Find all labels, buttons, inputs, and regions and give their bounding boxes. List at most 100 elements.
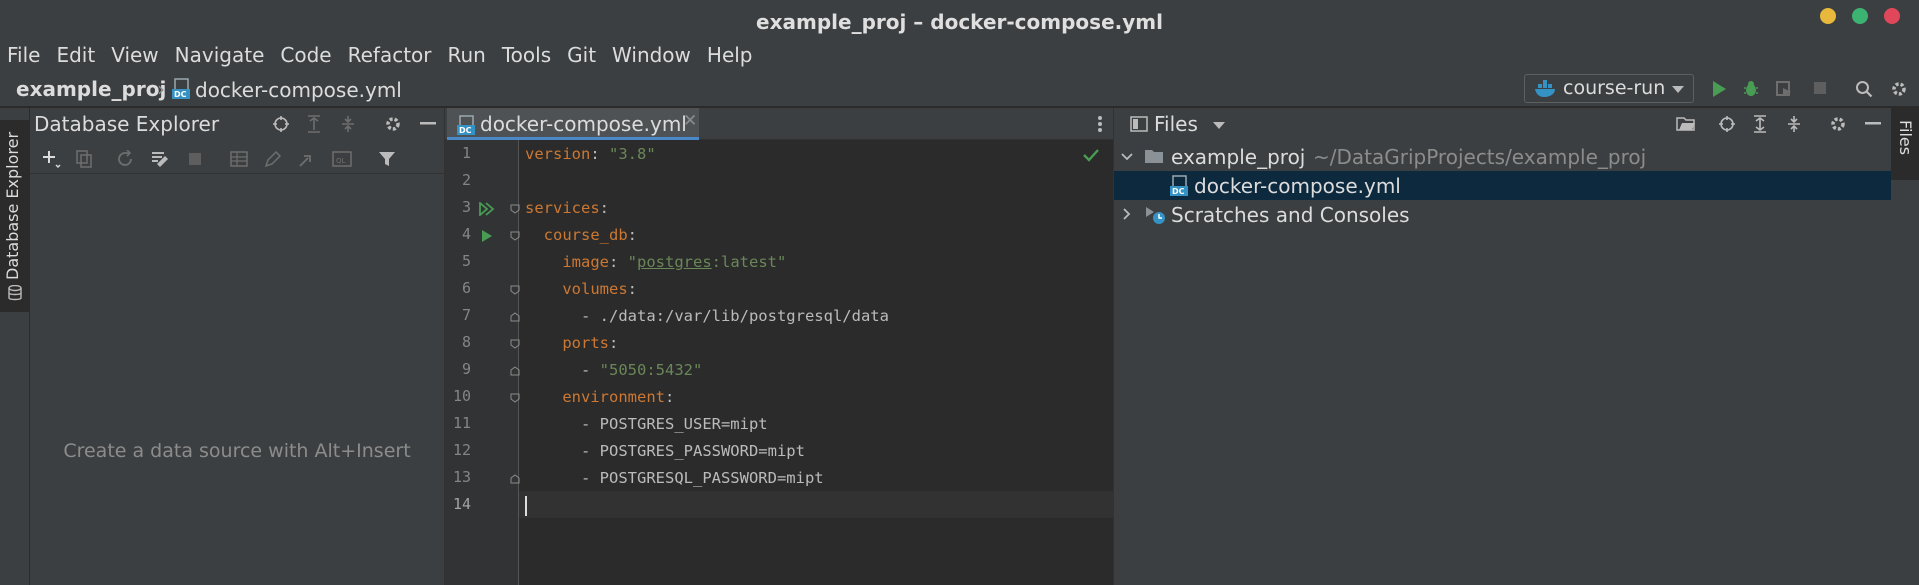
run-with-coverage-icon[interactable] xyxy=(1775,80,1793,98)
database-icon xyxy=(8,285,22,301)
line-number: 10 xyxy=(452,387,471,405)
chevron-right-icon[interactable] xyxy=(1122,208,1132,220)
tab-docker-compose[interactable]: DC docker-compose.yml ✕ xyxy=(447,108,699,140)
title-bar: example_proj – docker-compose.yml xyxy=(0,0,1919,42)
files-title[interactable]: Files xyxy=(1154,112,1198,136)
menu-file[interactable]: File xyxy=(7,42,40,72)
jump-to-source-icon[interactable] xyxy=(298,150,316,168)
file-name: docker-compose.yml xyxy=(1194,174,1401,198)
close-tab-icon[interactable]: ✕ xyxy=(683,111,697,131)
code-line-9: - "5050:5432" xyxy=(525,357,702,384)
code-line-7: - ./data:/var/lib/postgresql/data xyxy=(525,303,889,330)
run-icon[interactable] xyxy=(1710,80,1728,98)
expand-all-icon[interactable] xyxy=(1752,115,1768,133)
docker-icon xyxy=(1535,80,1555,97)
yaml-key: services xyxy=(525,199,600,217)
table-icon[interactable] xyxy=(230,150,248,168)
fold-end-marker-icon[interactable] xyxy=(510,366,520,376)
yaml-value: - POSTGRES_PASSWORD=mipt xyxy=(581,442,805,460)
code-content[interactable]: version: "3.8" services: course_db: imag… xyxy=(525,140,1113,585)
schema-properties-icon[interactable] xyxy=(150,149,170,169)
menu-edit[interactable]: Edit xyxy=(56,42,95,72)
yaml-value: - POSTGRES_USER=mipt xyxy=(581,415,768,433)
no-problems-check-icon[interactable] xyxy=(1083,148,1099,162)
right-tool-stripe: Files xyxy=(1891,108,1919,585)
fold-marker-icon[interactable] xyxy=(510,339,520,349)
stop-icon[interactable] xyxy=(1812,80,1828,96)
add-icon[interactable] xyxy=(42,149,62,169)
stop-icon[interactable] xyxy=(188,152,202,166)
filter-icon[interactable] xyxy=(378,150,396,168)
code-line-4: course_db: xyxy=(543,226,638,244)
breadcrumb-project[interactable]: example_proj xyxy=(16,77,166,101)
tree-item-project[interactable]: example_proj ~/DataGripProjects/example_… xyxy=(1114,142,1892,171)
menu-git[interactable]: Git xyxy=(567,42,596,72)
settings-gear-icon[interactable] xyxy=(1829,115,1847,133)
fold-marker-icon[interactable] xyxy=(510,393,520,403)
line-number: 12 xyxy=(452,441,471,459)
expand-all-icon[interactable] xyxy=(306,115,322,133)
maximize-button[interactable] xyxy=(1852,8,1868,24)
more-options-icon[interactable] xyxy=(1097,115,1103,133)
minimize-button[interactable] xyxy=(1820,8,1836,24)
scratches-label: Scratches and Consoles xyxy=(1171,203,1410,227)
open-folder-icon[interactable] xyxy=(1676,115,1696,133)
run-all-services-icon[interactable] xyxy=(479,202,495,216)
tree-item-scratches[interactable]: Scratches and Consoles xyxy=(1114,200,1892,229)
fold-marker-icon[interactable] xyxy=(510,204,520,214)
locate-icon[interactable] xyxy=(1718,115,1736,133)
chevron-down-icon xyxy=(1672,86,1684,93)
docker-compose-file-icon: DC xyxy=(1170,175,1188,196)
menu-help[interactable]: Help xyxy=(707,42,753,72)
database-explorer-title: Database Explorer xyxy=(34,112,220,136)
refresh-icon[interactable] xyxy=(116,150,134,168)
scratches-icon xyxy=(1146,207,1165,224)
menu-tools[interactable]: Tools xyxy=(502,42,551,72)
database-explorer-stripe-tab[interactable]: Database Explorer xyxy=(0,120,30,312)
yaml-key: environment xyxy=(562,388,665,406)
line-number: 14 xyxy=(452,495,471,513)
left-tool-stripe: Database Explorer xyxy=(0,108,30,585)
copy-icon[interactable] xyxy=(76,150,94,168)
search-icon[interactable] xyxy=(1855,80,1873,98)
files-panel-icon xyxy=(1130,116,1148,132)
fold-marker-icon[interactable] xyxy=(510,231,520,241)
hide-panel-icon[interactable] xyxy=(1865,122,1881,126)
database-explorer-panel: Database Explorer QL Create a data sourc… xyxy=(30,108,445,585)
tree-item-docker-compose[interactable]: DC docker-compose.yml xyxy=(1114,171,1892,200)
breadcrumb-file[interactable]: docker-compose.yml xyxy=(195,78,402,102)
files-stripe-tab[interactable]: Files xyxy=(1891,108,1919,180)
editor-area: DC docker-compose.yml ✕ 1 2 3 4 5 6 7 8 … xyxy=(445,108,1113,585)
chevron-down-icon[interactable] xyxy=(1213,122,1225,129)
settings-gear-icon[interactable] xyxy=(1890,80,1908,98)
run-service-icon[interactable] xyxy=(481,229,493,243)
yaml-key: course_db xyxy=(543,226,628,244)
image-name-link[interactable]: postgres xyxy=(637,253,712,271)
menu-navigate[interactable]: Navigate xyxy=(175,42,265,72)
edit-icon[interactable] xyxy=(264,150,282,168)
debug-icon[interactable] xyxy=(1742,80,1760,98)
settings-gear-icon[interactable] xyxy=(384,115,402,133)
window-title: example_proj – docker-compose.yml xyxy=(756,10,1163,34)
collapse-all-icon[interactable] xyxy=(1786,115,1802,133)
menu-code[interactable]: Code xyxy=(280,42,331,72)
query-console-icon[interactable]: QL xyxy=(332,150,352,168)
menu-refactor[interactable]: Refactor xyxy=(348,42,432,72)
yaml-value: - POSTGRESQL_PASSWORD=mipt xyxy=(581,469,824,487)
close-window-button[interactable] xyxy=(1884,8,1900,24)
hide-panel-icon[interactable] xyxy=(420,122,436,126)
menu-run[interactable]: Run xyxy=(448,42,486,72)
yaml-dash: - xyxy=(581,361,600,379)
menu-view[interactable]: View xyxy=(111,42,158,72)
fold-end-marker-icon[interactable] xyxy=(510,474,520,484)
files-header: Files xyxy=(1114,108,1892,140)
menu-window[interactable]: Window xyxy=(612,42,691,72)
chevron-down-icon[interactable] xyxy=(1121,152,1133,162)
run-configuration-dropdown[interactable]: course-run xyxy=(1524,74,1694,103)
line-number: 4 xyxy=(461,225,471,243)
yaml-string: " xyxy=(627,253,638,271)
collapse-all-icon[interactable] xyxy=(340,115,356,133)
locate-icon[interactable] xyxy=(272,115,290,133)
fold-end-marker-icon[interactable] xyxy=(510,312,520,322)
fold-marker-icon[interactable] xyxy=(510,285,520,295)
